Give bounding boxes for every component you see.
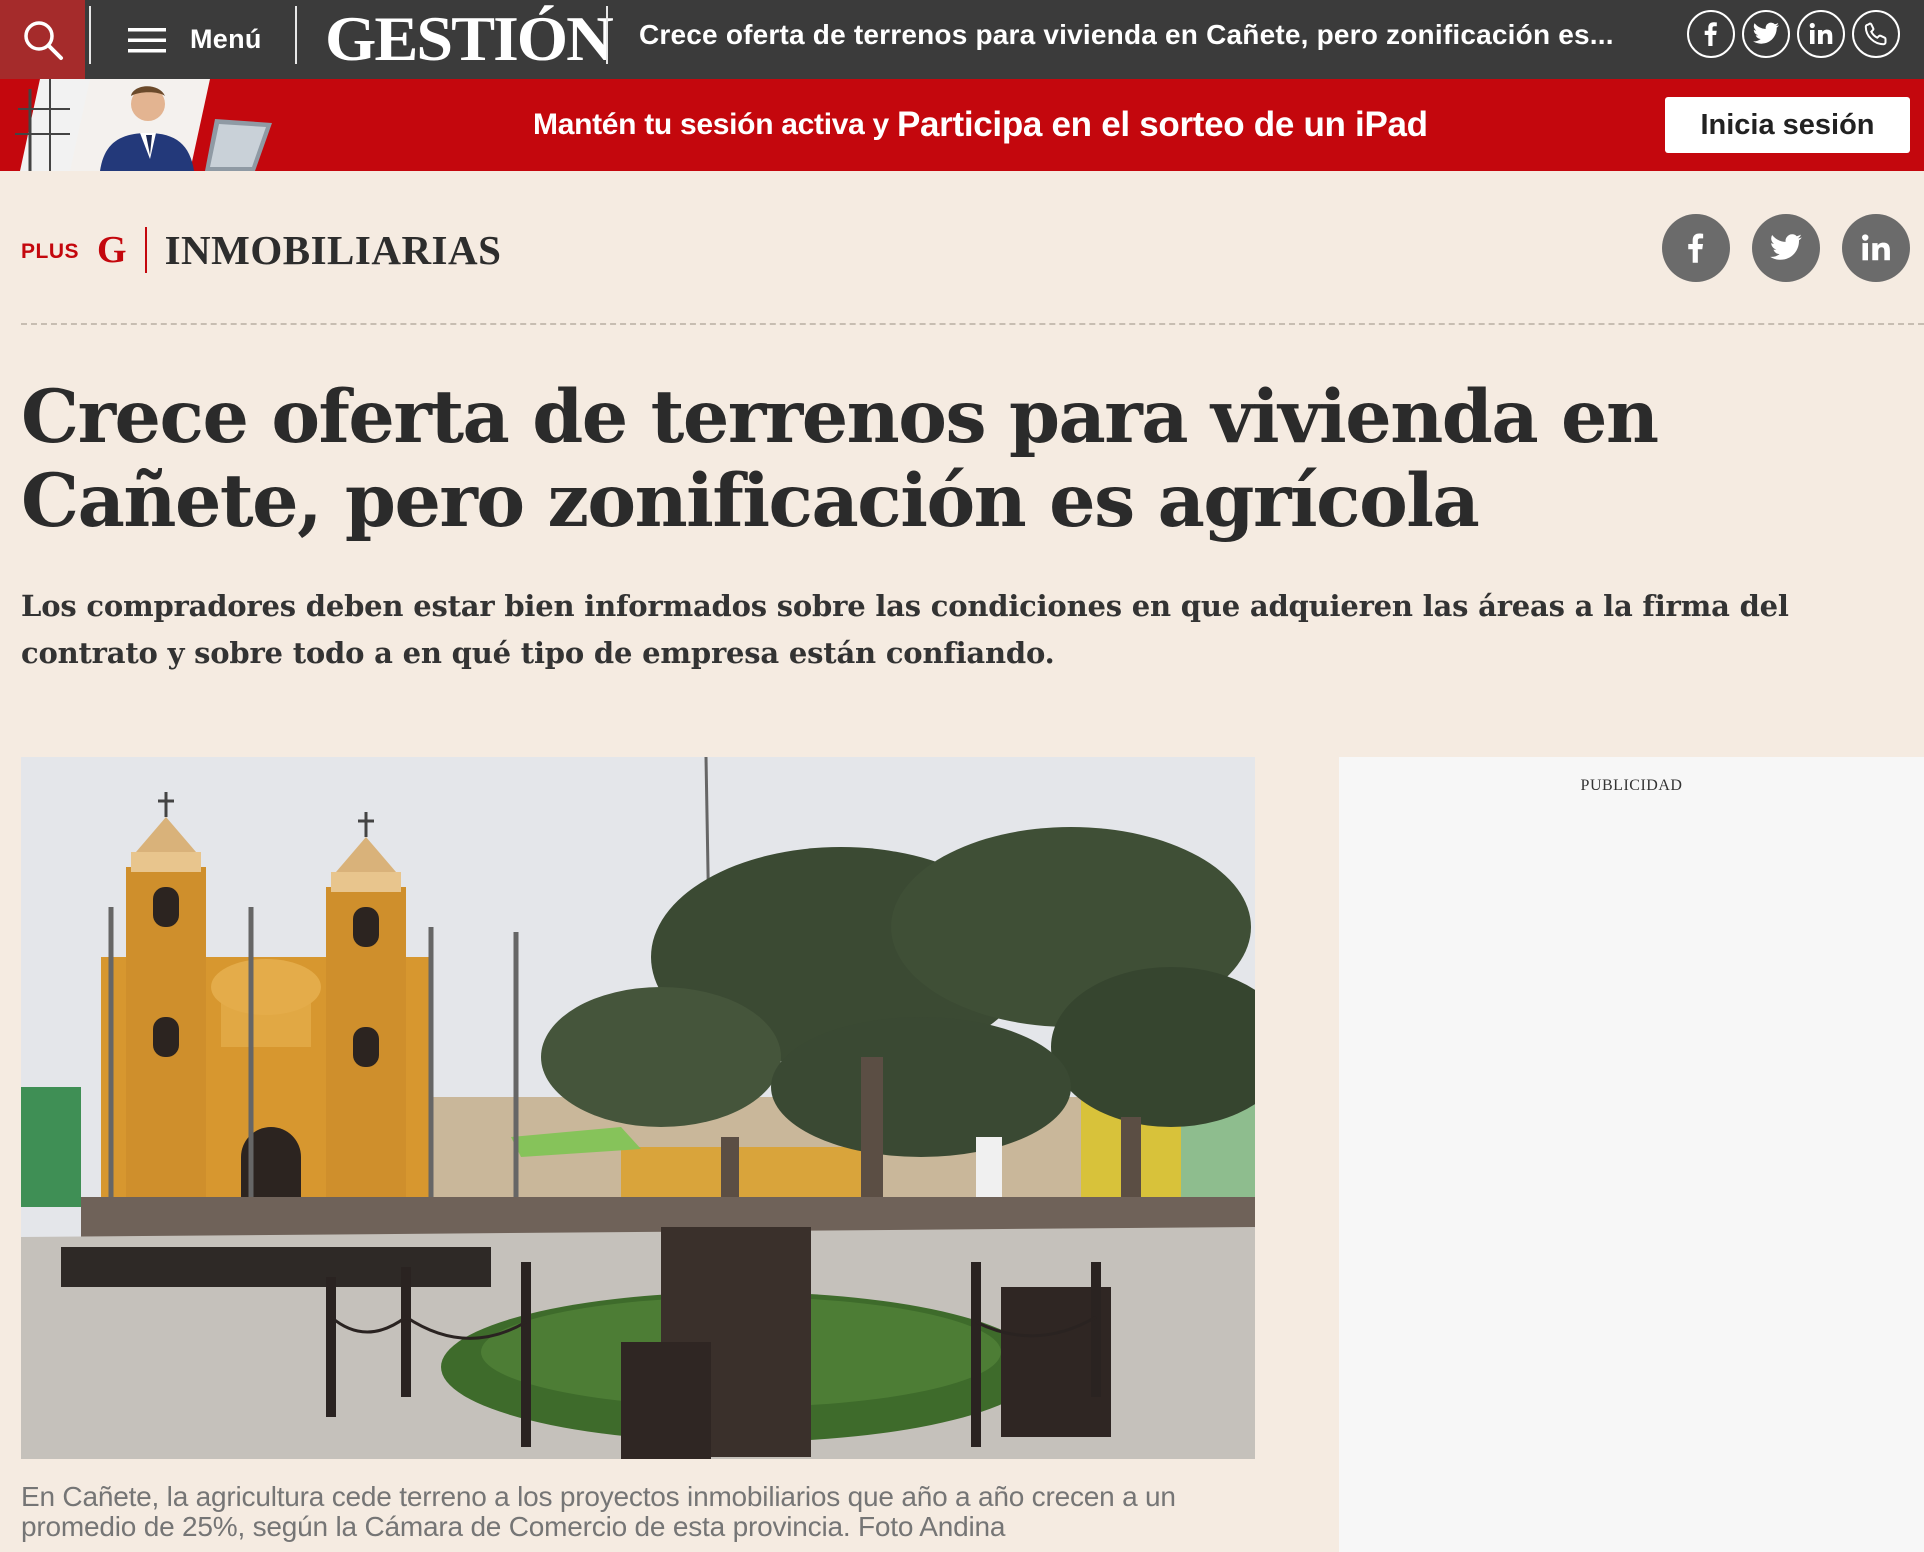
article-subtitle: Los compradores deben estar bien informa… <box>21 589 1789 670</box>
facebook-icon <box>1688 233 1704 263</box>
twitter-share-button[interactable] <box>1742 10 1790 58</box>
top-navigation-bar: Menú GESTIÓN Crece oferta de terrenos pa… <box>0 0 1924 79</box>
linkedin-share-button[interactable] <box>1842 214 1910 282</box>
facebook-share-button[interactable] <box>1687 10 1735 58</box>
promo-text-part1: Mantén tu sesión activa y <box>533 108 889 141</box>
twitter-share-button[interactable] <box>1752 214 1820 282</box>
twitter-icon <box>1770 234 1802 260</box>
gestion-logo[interactable]: GESTIÓN <box>325 2 614 78</box>
plus-label[interactable]: PLUS <box>21 240 79 264</box>
twitter-icon <box>1753 22 1779 44</box>
divider <box>606 6 608 64</box>
ad-label: PUBLICIDAD <box>1580 777 1683 794</box>
menu-label: Menú <box>190 24 262 54</box>
section-header: PLUS G INMOBILIARIAS <box>21 220 501 280</box>
menu-button[interactable]: Menú <box>128 0 262 79</box>
hamburger-icon <box>128 27 166 52</box>
plus-g-logo[interactable]: G <box>97 228 127 272</box>
facebook-share-button[interactable] <box>1662 214 1730 282</box>
sticky-article-headline: Crece oferta de terrenos para vivienda e… <box>639 19 1614 50</box>
article-title: Crece oferta de terrenos para vivienda e… <box>21 374 1659 544</box>
section-divider <box>144 227 147 273</box>
divider <box>295 6 297 64</box>
photo-caption: En Cañete, la agricultura cede terreno a… <box>21 1481 1176 1542</box>
phone-icon <box>1864 22 1887 46</box>
section-name-link[interactable]: INMOBILIARIAS <box>165 226 502 274</box>
promo-illustration <box>0 79 280 171</box>
divider <box>89 6 91 64</box>
advertisement-slot[interactable]: PUBLICIDAD <box>1339 757 1924 1552</box>
promo-message: Mantén tu sesión activa y Participa en e… <box>533 79 1428 171</box>
facebook-icon <box>1704 22 1717 46</box>
login-button[interactable]: Inicia sesión <box>1665 97 1910 153</box>
linkedin-icon <box>1809 22 1833 44</box>
linkedin-share-button[interactable] <box>1797 10 1845 58</box>
promo-banner[interactable]: Mantén tu sesión activa y Participa en e… <box>0 79 1924 171</box>
section-divider-line <box>21 323 1924 325</box>
whatsapp-share-button[interactable] <box>1852 10 1900 58</box>
linkedin-icon <box>1862 234 1890 261</box>
article-main-photo[interactable] <box>21 757 1255 1459</box>
search-button[interactable] <box>0 0 85 79</box>
search-icon <box>23 20 63 60</box>
promo-text-part2: Participa en el sorteo de un iPad <box>896 105 1428 144</box>
